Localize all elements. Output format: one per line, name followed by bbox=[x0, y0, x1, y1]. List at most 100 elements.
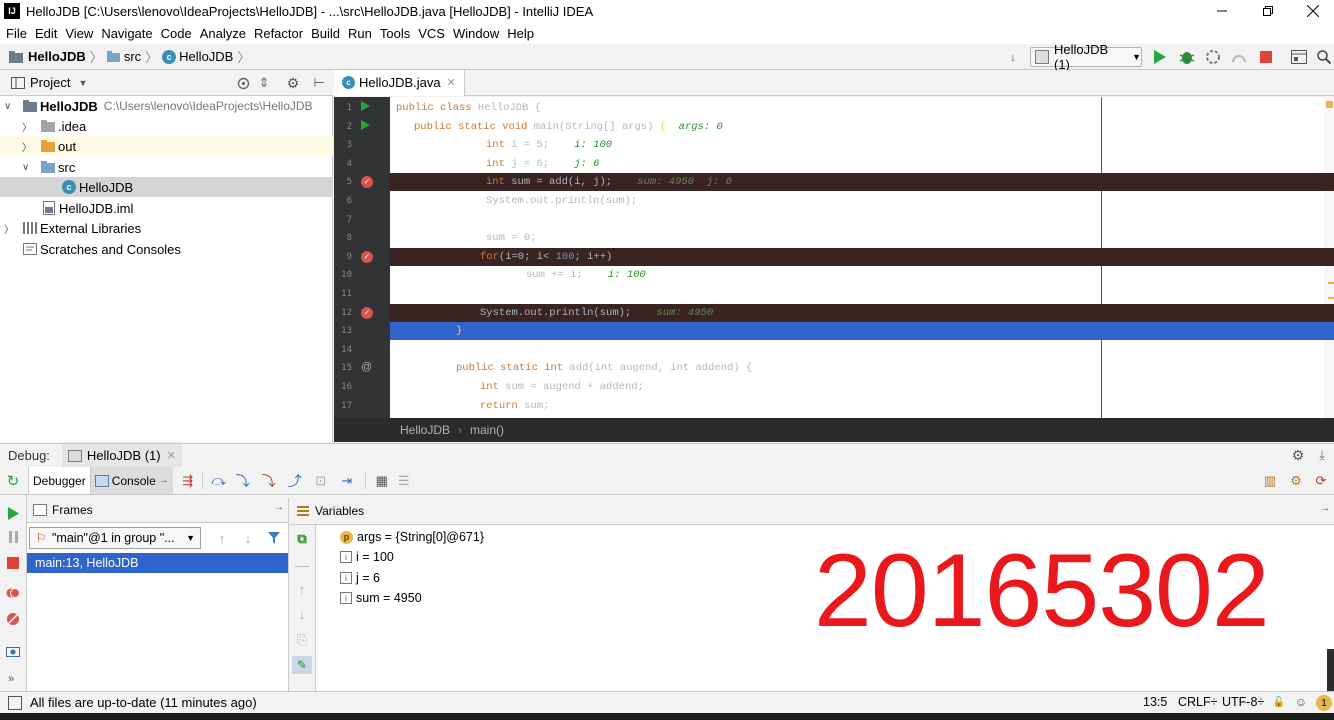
pin-icon[interactable]: → bbox=[274, 502, 284, 513]
close-tab-icon[interactable]: ✕ bbox=[167, 449, 176, 462]
menu-run[interactable]: Run bbox=[348, 26, 372, 41]
code-line[interactable]: } bbox=[390, 322, 1334, 341]
run-gutter-icon[interactable] bbox=[361, 119, 370, 130]
minimize-icon[interactable] bbox=[1212, 2, 1232, 20]
chevron-down-icon[interactable]: ∨ bbox=[22, 162, 34, 173]
locate-icon[interactable] bbox=[236, 76, 250, 90]
tree-item-hellojdb-class[interactable]: c HelloJDB bbox=[0, 177, 333, 197]
tree-item-external-libraries[interactable]: 〉 External Libraries bbox=[0, 218, 333, 238]
breakpoint-icon[interactable]: ✓ bbox=[361, 306, 373, 319]
gear-icon[interactable]: ⚙ bbox=[1290, 447, 1306, 463]
restore-icon[interactable] bbox=[1258, 2, 1278, 20]
down-arrow-icon[interactable]: ↓ bbox=[241, 531, 255, 546]
remove-watch-icon[interactable]: — bbox=[294, 557, 310, 573]
code-line[interactable]: return sum; bbox=[390, 397, 1334, 415]
variable-item[interactable]: i j = 6 bbox=[340, 568, 380, 588]
menu-edit[interactable]: Edit bbox=[35, 26, 57, 41]
run-to-cursor-icon[interactable]: ⇥ bbox=[334, 472, 360, 490]
nav-src[interactable]: src bbox=[124, 49, 141, 64]
chevron-down-icon[interactable]: ∨ bbox=[4, 101, 16, 112]
implements-icon[interactable]: @ bbox=[361, 361, 372, 373]
up-arrow-icon[interactable]: ↑ bbox=[294, 581, 310, 597]
tree-item-root[interactable]: ∨ HelloJDB C:\Users\lenovo\IdeaProjects\… bbox=[0, 96, 333, 116]
lock-icon[interactable]: 🔓 bbox=[1273, 696, 1285, 708]
up-arrow-icon[interactable]: ↑ bbox=[215, 531, 229, 546]
menu-vcs[interactable]: VCS bbox=[418, 26, 445, 41]
variable-item[interactable]: i sum = 4950 bbox=[340, 588, 422, 608]
step-over-icon[interactable]: ⤼ bbox=[208, 472, 230, 490]
run-gutter-icon[interactable] bbox=[361, 101, 370, 111]
mute-breakpoints-icon[interactable] bbox=[5, 611, 21, 627]
menu-window[interactable]: Window bbox=[453, 26, 499, 41]
more-icon[interactable]: » bbox=[8, 673, 14, 685]
debug-icon[interactable] bbox=[1178, 49, 1196, 65]
layout-icon[interactable]: ▥ bbox=[1262, 473, 1278, 489]
menu-file[interactable]: File bbox=[6, 26, 27, 41]
pause-icon[interactable] bbox=[5, 529, 21, 545]
drop-frame-icon[interactable]: ⊡ bbox=[308, 472, 334, 490]
hide-panel-icon[interactable]: ⊢ bbox=[312, 75, 326, 91]
file-encoding[interactable]: UTF-8÷ bbox=[1222, 695, 1264, 709]
status-toggle-icon[interactable] bbox=[8, 695, 22, 710]
coverage-icon[interactable] bbox=[1204, 49, 1222, 65]
code-line[interactable] bbox=[390, 211, 1334, 229]
variable-item[interactable]: i i = 100 bbox=[340, 547, 394, 567]
hide-panel-icon[interactable]: ⤓ bbox=[1315, 447, 1329, 463]
rerun-icon[interactable]: ↻ bbox=[4, 472, 22, 490]
editor-gutter[interactable]: 1 2 3 4 5 ✓ 6 7 8 9 ✓ 10 11 12 ✓ 13 14 15 16 17 @ bbox=[334, 97, 390, 418]
step-out-icon[interactable]: ⤴ bbox=[282, 472, 308, 490]
code-line[interactable]: sum += i; i: 100 bbox=[390, 266, 1334, 284]
code-editor[interactable]: 1 2 3 4 5 ✓ 6 7 8 9 ✓ 10 11 12 ✓ 13 14 15 16 17 @ public cla… bbox=[334, 97, 1334, 418]
gear-icon[interactable]: ⚙ bbox=[285, 75, 301, 91]
code-line[interactable]: for(i=0; i< 100; i++) bbox=[390, 247, 1334, 266]
breakpoint-icon[interactable]: ✓ bbox=[361, 250, 373, 263]
code-line[interactable]: int i = 5; i: 100 bbox=[390, 136, 1334, 154]
menu-code[interactable]: Code bbox=[161, 26, 192, 41]
debug-session-tab[interactable]: HelloJDB (1) ✕ bbox=[61, 443, 182, 468]
code-line[interactable]: System.out.println(sum); bbox=[390, 192, 1334, 210]
line-separator[interactable]: CRLF÷ bbox=[1178, 695, 1218, 709]
tree-item-idea[interactable]: 〉 .idea bbox=[0, 116, 333, 136]
menu-view[interactable]: View bbox=[65, 26, 93, 41]
chevron-right-icon[interactable]: 〉 bbox=[22, 119, 34, 134]
show-execution-point-icon[interactable]: ⇶ bbox=[179, 472, 197, 490]
filter-icon[interactable] bbox=[267, 531, 281, 545]
copy-icon[interactable]: ⎘ bbox=[294, 632, 310, 648]
breadcrumb-method[interactable]: main() bbox=[470, 423, 504, 437]
chevron-down-icon[interactable]: ▼ bbox=[78, 78, 87, 88]
stop-icon[interactable] bbox=[1258, 49, 1274, 65]
sort-icon[interactable]: ↓ bbox=[1004, 49, 1022, 65]
force-step-into-icon[interactable]: ⤵ bbox=[256, 472, 282, 490]
run-config-select[interactable]: HelloJDB (1) ▼ bbox=[1030, 42, 1142, 72]
show-watches-icon[interactable]: ✎ bbox=[292, 656, 312, 674]
trace-icon[interactable]: ☰ bbox=[393, 472, 415, 490]
camera-icon[interactable] bbox=[5, 643, 21, 659]
step-into-icon[interactable]: ⤵ bbox=[230, 472, 256, 490]
inspector-icon[interactable]: ☺ bbox=[1294, 695, 1308, 709]
scrollbar[interactable] bbox=[1327, 649, 1334, 691]
code-line[interactable]: public static int add(int augend, int ad… bbox=[390, 359, 1334, 377]
collapse-all-icon[interactable]: ⇕ bbox=[257, 75, 271, 90]
close-window-icon[interactable] bbox=[1303, 2, 1323, 20]
nav-project[interactable]: HelloJDB bbox=[28, 49, 86, 64]
breakpoint-icon[interactable]: ✓ bbox=[361, 176, 373, 189]
code-line[interactable]: public class HelloJDB { bbox=[390, 99, 1334, 117]
tab-hellojdb-java[interactable]: c HelloJDB.java ✕ bbox=[334, 69, 465, 96]
menu-refactor[interactable]: Refactor bbox=[254, 26, 303, 41]
chevron-right-icon[interactable]: 〉 bbox=[22, 139, 34, 154]
menu-help[interactable]: Help bbox=[507, 26, 534, 41]
nav-file[interactable]: HelloJDB bbox=[179, 49, 233, 64]
chevron-right-icon[interactable]: 〉 bbox=[4, 221, 16, 236]
project-panel-title[interactable]: Project bbox=[30, 75, 70, 90]
restore-layout-icon[interactable]: ⚙ bbox=[1288, 473, 1304, 489]
frame-item[interactable]: main:13, HelloJDB bbox=[27, 553, 288, 573]
code-line[interactable]: int sum = augend + addend; bbox=[390, 378, 1334, 396]
add-watch-icon[interactable]: ⧉ bbox=[294, 531, 310, 547]
tab-debugger[interactable]: Debugger bbox=[28, 467, 91, 494]
event-log-icon[interactable]: 1 bbox=[1316, 695, 1332, 711]
run-icon[interactable] bbox=[1152, 49, 1168, 65]
tree-item-scratches[interactable]: Scratches and Consoles bbox=[0, 239, 333, 259]
caret-position[interactable]: 13:5 bbox=[1143, 695, 1167, 709]
settings-icon[interactable]: ⟳ bbox=[1313, 473, 1329, 489]
project-structure-icon[interactable] bbox=[1290, 49, 1308, 65]
